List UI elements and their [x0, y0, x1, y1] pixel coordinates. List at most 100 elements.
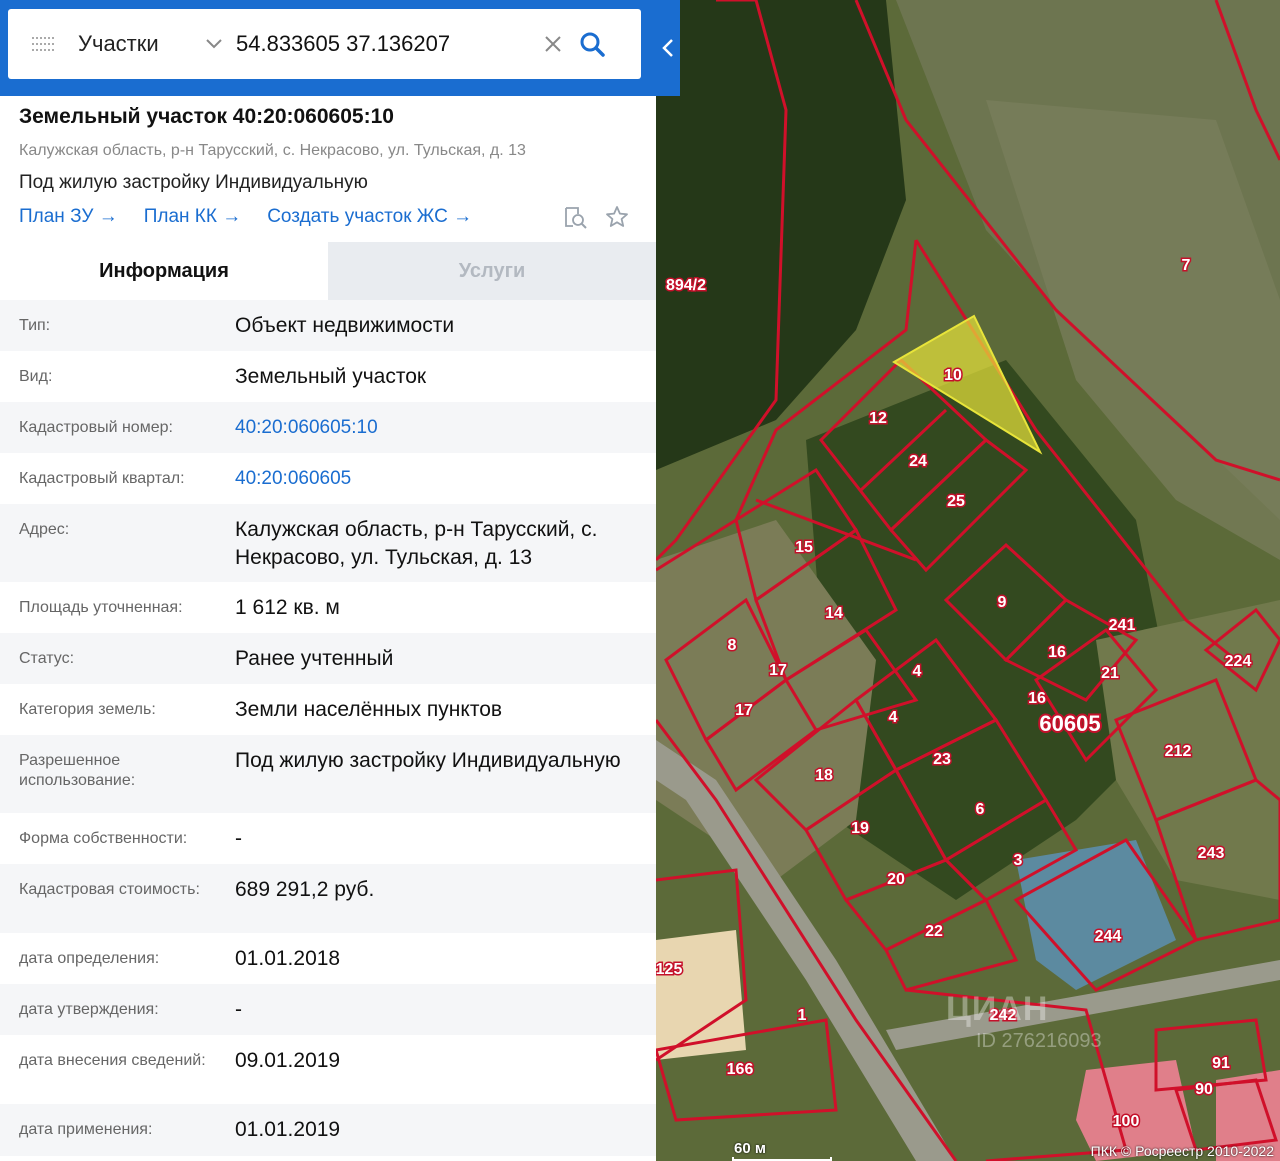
info-row: Статус: Ранее учтенный — [0, 633, 656, 684]
object-address: Калужская область, р-н Тарусский, с. Нек… — [19, 142, 526, 159]
parcel-label[interactable]: 25 — [946, 492, 967, 512]
info-row-value: Под жилую застройку Индивидуальную — [235, 749, 621, 772]
parcel-label[interactable]: 241 — [1107, 616, 1137, 636]
info-row: Категория земель: Земли населённых пункто… — [0, 684, 656, 735]
info-row: дата утверждения: - — [0, 984, 656, 1035]
parcel-label[interactable]: 16 — [1047, 643, 1068, 663]
tool-icons — [562, 204, 630, 230]
parcel-label[interactable]: 8 — [726, 636, 738, 656]
info-row-label: дата утверждения: — [19, 1001, 159, 1018]
search-input[interactable] — [232, 24, 532, 64]
parcel-label[interactable]: 17 — [768, 661, 789, 681]
panel-tabs: Информация Услуги — [0, 242, 656, 300]
info-row-value: Калужская область, р-н Тарусский, с. Нек… — [235, 518, 598, 569]
map-scale-bar — [732, 1157, 832, 1161]
parcel-label[interactable]: 18 — [814, 766, 835, 786]
info-row: Адрес: Калужская область, р-н Тарусский, … — [0, 504, 656, 582]
parcel-label[interactable]: 21 — [1100, 664, 1121, 684]
info-row-value: 1 612 кв. м — [235, 596, 340, 619]
info-row: Разрешенное использование: Под жилую заст… — [0, 735, 656, 813]
info-row-value: Земли населённых пунктов — [235, 698, 503, 721]
object-title: Земельный участок 40:20:060605:10 — [19, 105, 394, 128]
parcel-label[interactable]: 90 — [1194, 1080, 1215, 1100]
chevron-left-icon[interactable] — [656, 0, 680, 96]
tab-services[interactable]: Услуги — [328, 242, 656, 300]
parcel-label[interactable]: 15 — [794, 538, 815, 558]
search-box: Участки — [8, 9, 641, 79]
parcel-label[interactable]: 166 — [725, 1060, 755, 1080]
search-type-select[interactable]: Участки — [78, 31, 196, 57]
plan-kk-link[interactable]: План КК → — [144, 206, 242, 228]
parcel-label[interactable]: 4 — [887, 708, 899, 728]
info-row: Кадастровый квартал: 40:20:060605 — [0, 453, 656, 504]
info-row: Тип: Объект недвижимости — [0, 300, 656, 351]
info-row-value: Земельный участок — [235, 365, 427, 388]
search-icon[interactable] — [572, 24, 612, 64]
info-row-label: Адрес: — [19, 521, 70, 538]
parcel-label[interactable]: 19 — [850, 819, 871, 839]
parcel-label[interactable]: 24 — [908, 452, 929, 472]
info-row-value: - — [235, 827, 242, 850]
object-usage: Под жилую застройку Индивидуальную — [19, 172, 368, 193]
map-canvas: 894/2 7 10 12 24 25 15 14 9 241 8 17 17 … — [656, 0, 1280, 1161]
parcel-label[interactable]: 9 — [996, 593, 1008, 613]
info-row-label: дата определения: — [19, 950, 160, 967]
parcel-label[interactable]: 894/2 — [664, 276, 707, 296]
parcel-label[interactable]: 6 — [974, 800, 986, 820]
info-row: дата определения: 01.01.2018 — [0, 933, 656, 984]
info-row-value: 01.01.2019 — [235, 1118, 341, 1141]
parcel-label[interactable]: 16 — [1027, 689, 1048, 709]
plan-zu-link[interactable]: План ЗУ → — [19, 206, 118, 228]
info-row-label: Кадастровый номер: — [19, 419, 173, 436]
tab-info[interactable]: Информация — [0, 242, 328, 300]
parcel-label[interactable]: 91 — [1211, 1054, 1232, 1074]
info-row-link[interactable]: 40:20:060605 — [235, 453, 656, 504]
info-row: дата применения: 01.01.2019 — [0, 1104, 656, 1156]
info-row-label: Категория земель: — [19, 701, 156, 718]
info-row: Форма собственности: - — [0, 813, 656, 864]
parcel-label[interactable]: 212 — [1163, 742, 1193, 762]
parcel-label[interactable]: 23 — [932, 750, 953, 770]
info-row-label: Форма собственности: — [19, 830, 188, 847]
info-row: Площадь уточненная: 1 612 кв. м — [0, 582, 656, 633]
map-view[interactable]: 894/2 7 10 12 24 25 15 14 9 241 8 17 17 … — [656, 0, 1280, 1161]
parcel-label[interactable]: 244 — [1093, 927, 1123, 947]
map-scale-label: 60 м — [734, 1140, 766, 1157]
parcel-label[interactable]: 22 — [924, 922, 945, 942]
create-parcel-link[interactable]: Создать участок ЖС → — [267, 206, 472, 228]
parcel-label[interactable]: 4 — [911, 662, 923, 682]
watermark: ЦИАН — [946, 990, 1049, 1028]
info-table: Тип: Объект недвижимости Вид: Земельный уча… — [0, 300, 656, 1156]
parcel-label[interactable]: 20 — [886, 870, 907, 890]
info-row-value: - — [235, 998, 242, 1021]
menu-icon[interactable] — [8, 9, 78, 79]
parcel-label[interactable]: 7 — [1180, 256, 1192, 276]
parcel-label[interactable]: 125 — [656, 960, 684, 980]
parcel-label[interactable]: 224 — [1223, 652, 1253, 672]
info-row: дата внесения сведений: 09.01.2019 — [0, 1035, 656, 1104]
parcel-label[interactable]: 1 — [796, 1006, 808, 1026]
document-search-icon[interactable] — [562, 204, 588, 230]
parcel-label[interactable]: 17 — [734, 701, 755, 721]
parcel-label[interactable]: 10 — [943, 366, 964, 386]
info-row-link[interactable]: 40:20:060605:10 — [235, 402, 656, 453]
info-row-label: Вид: — [19, 368, 53, 385]
parcel-label[interactable]: 243 — [1196, 844, 1226, 864]
info-row: Кадастровая стоимость: 689 291,2 руб. — [0, 864, 656, 933]
info-row-label: Тип: — [19, 317, 51, 334]
info-row-label: дата применения: — [19, 1121, 153, 1138]
info-row-label: Кадастровая стоимость: — [19, 881, 200, 898]
chevron-down-icon[interactable] — [196, 26, 232, 62]
info-row-label: Кадастровый квартал: — [19, 470, 185, 487]
parcel-label[interactable]: 12 — [868, 409, 889, 429]
info-row: Кадастровый номер: 40:20:060605:10 — [0, 402, 656, 453]
parcel-label[interactable]: 3 — [1012, 851, 1024, 871]
parcel-label[interactable]: 14 — [824, 604, 845, 624]
close-icon[interactable] — [538, 29, 568, 59]
parcel-label[interactable]: 100 — [1111, 1112, 1141, 1132]
info-row-label: дата внесения сведений: — [19, 1052, 206, 1069]
star-icon[interactable] — [604, 204, 630, 230]
quarter-label: 60605 — [1039, 711, 1100, 736]
info-panel: Земельный участок 40:20:060605:10 Калужс… — [0, 96, 656, 1161]
info-row: Вид: Земельный участок — [0, 351, 656, 402]
